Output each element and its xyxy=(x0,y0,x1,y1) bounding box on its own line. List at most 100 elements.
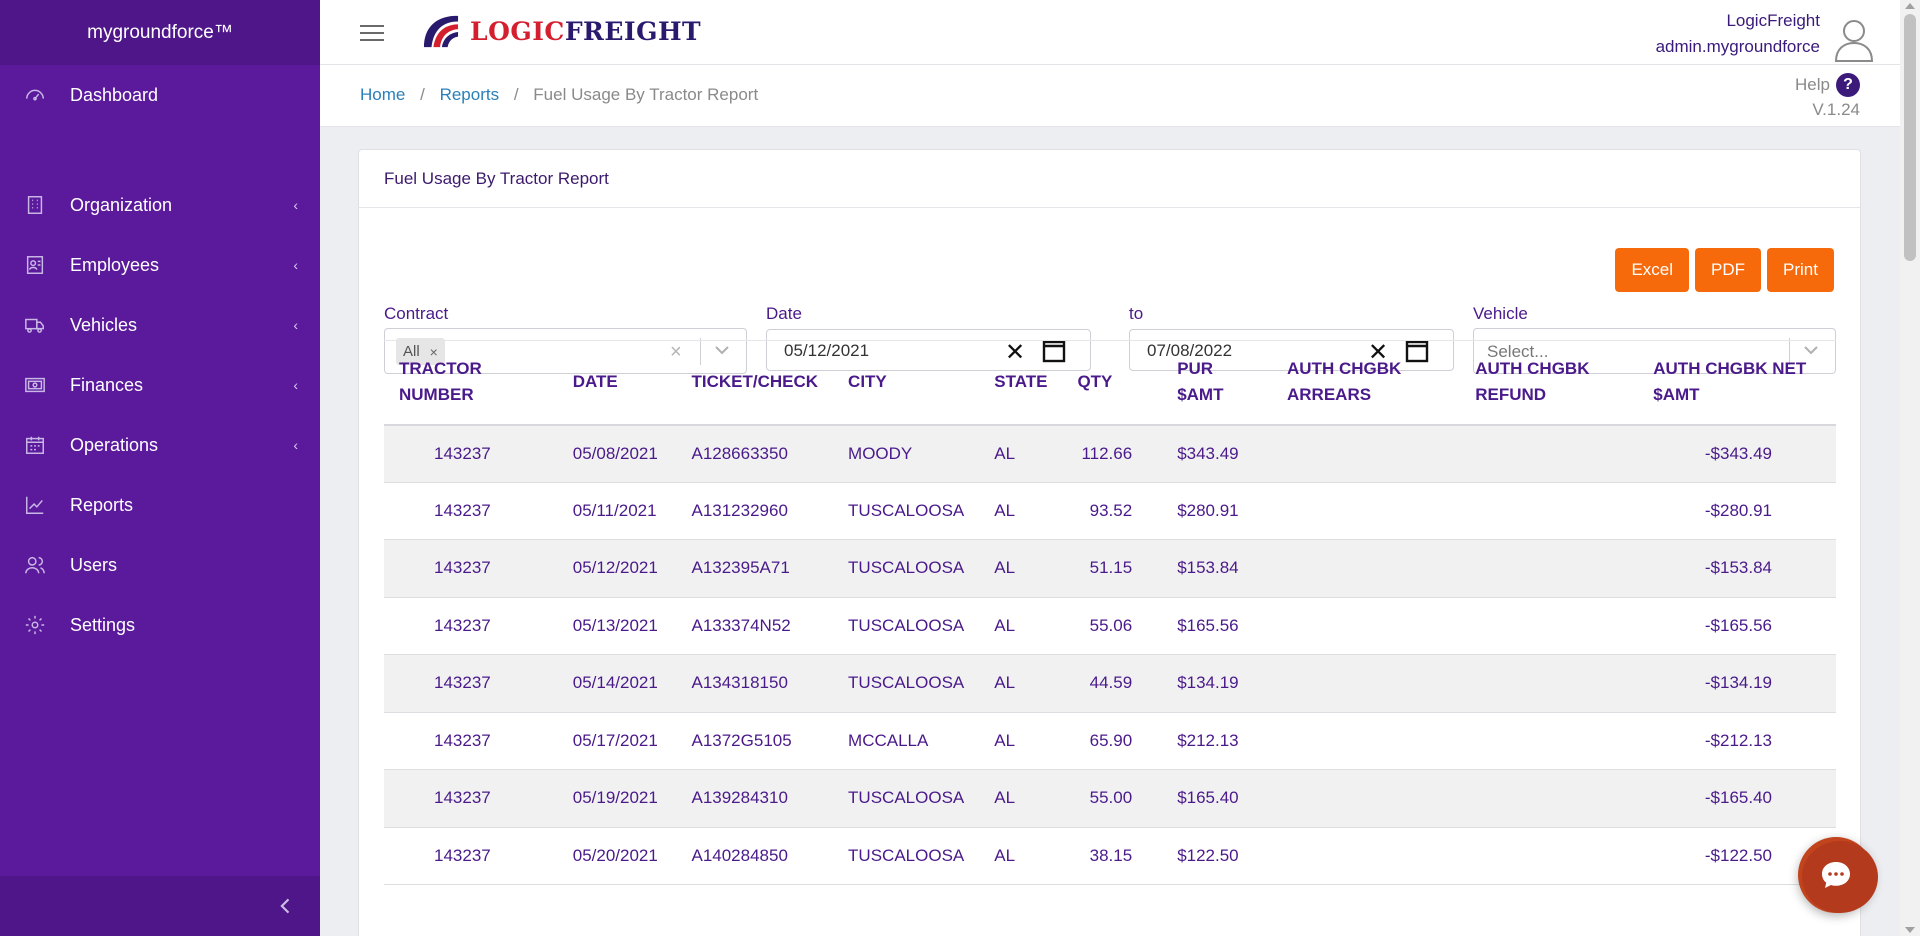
column-header[interactable]: TICKET/CHECK xyxy=(676,340,834,426)
column-header[interactable]: TRACTOR NUMBER xyxy=(384,340,558,426)
sidebar-item-settings[interactable]: Settings xyxy=(0,595,320,655)
logo-text-freight: FREIGHT xyxy=(564,16,702,46)
chevron-left-icon: ‹ xyxy=(293,257,298,273)
table-cell xyxy=(1272,654,1461,713)
date-label: Date xyxy=(766,304,802,323)
chat-bubble-icon xyxy=(1822,862,1850,888)
table-cell: 05/14/2021 xyxy=(557,654,677,713)
scroll-up-arrow[interactable] xyxy=(1905,3,1915,9)
table-cell: A132395A71 xyxy=(676,539,834,598)
column-header[interactable]: STATE xyxy=(979,340,1063,426)
card-title: Fuel Usage By Tractor Report xyxy=(359,150,1860,208)
column-header-line1: TICKET/CHECK xyxy=(691,372,819,392)
table-cell: -$165.40 xyxy=(1638,769,1836,828)
sidebar-item-label: Operations xyxy=(70,434,159,455)
page-scrollbar[interactable] xyxy=(1900,0,1920,936)
sidebar-item-organization[interactable]: Organization ‹ xyxy=(0,175,320,235)
table-cell xyxy=(1460,597,1639,655)
column-header-line2: NUMBER xyxy=(399,385,474,405)
sidebar-item-label: Dashboard xyxy=(70,84,159,105)
sidebar-item-users[interactable]: Users xyxy=(0,535,320,595)
sidebar-item-employees[interactable]: Employees ‹ xyxy=(0,235,320,295)
column-header[interactable]: AUTH CHGBK ARREARS xyxy=(1272,340,1461,426)
chevron-left-icon: ‹ xyxy=(293,197,298,213)
help-link[interactable]: Help ? xyxy=(1795,73,1860,97)
print-button[interactable]: Print xyxy=(1767,248,1834,292)
table-cell: 05/12/2021 xyxy=(557,539,677,598)
table-cell xyxy=(1460,424,1639,483)
table-cell: AL xyxy=(979,827,1063,885)
table-cell: 143237 xyxy=(384,712,558,770)
to-label: to xyxy=(1129,304,1144,323)
column-header[interactable]: PUR $AMT xyxy=(1162,340,1272,426)
table-cell: A128663350 xyxy=(676,424,834,483)
column-header[interactable]: CITY xyxy=(833,340,980,426)
table-cell: AL xyxy=(979,597,1063,655)
table-cell: AL xyxy=(979,769,1063,828)
table-cell: $153.84 xyxy=(1162,539,1272,598)
table-cell: TUSCALOOSA xyxy=(833,482,980,540)
table-row[interactable]: 143237 05/17/2021 A1372G5105 MCCALLA AL 65.90… xyxy=(384,712,1836,770)
column-header-line1: AUTH CHGBK NET xyxy=(1653,359,1807,379)
table-cell: A133374N52 xyxy=(676,597,834,655)
table-cell: 93.52 xyxy=(1062,482,1163,540)
table-cell: A1372G5105 xyxy=(676,712,834,770)
table-cell: MOODY xyxy=(833,424,980,483)
scroll-down-arrow[interactable] xyxy=(1905,927,1915,933)
sidebar-item-label: Finances xyxy=(70,374,144,395)
sidebar-nav: Dashboard Organization ‹ Employees ‹ Veh… xyxy=(0,65,320,655)
table-row[interactable]: 143237 05/13/2021 A133374N52 TUSCALOOSA AL 55… xyxy=(384,597,1836,655)
sidebar-item-reports[interactable]: Reports xyxy=(0,475,320,535)
excel-button[interactable]: Excel xyxy=(1615,248,1690,292)
table-row[interactable]: 143237 05/19/2021 A139284310 TUSCALOOSA AL 55… xyxy=(384,769,1836,828)
table-row[interactable]: 143237 05/20/2021 A140284850 TUSCALOOSA AL 38… xyxy=(384,827,1836,885)
sidebar-collapse-button[interactable] xyxy=(0,876,320,936)
dashboard-icon xyxy=(24,84,46,106)
table-cell: -$153.84 xyxy=(1638,539,1836,598)
table-cell: 143237 xyxy=(384,597,558,655)
user-menu[interactable]: LogicFreight admin.mygroundforce xyxy=(1656,8,1874,62)
users-icon xyxy=(24,554,46,576)
breadcrumb-reports[interactable]: Reports xyxy=(440,85,500,104)
table-cell: A139284310 xyxy=(676,769,834,828)
table-cell: 05/19/2021 xyxy=(557,769,677,828)
column-header[interactable]: AUTH CHGBK REFUND xyxy=(1460,340,1639,426)
sidebar-item-dashboard[interactable]: Dashboard xyxy=(0,65,320,125)
sidebar-item-finances[interactable]: Finances ‹ xyxy=(0,355,320,415)
table-cell: 05/17/2021 xyxy=(557,712,677,770)
table-row[interactable]: 143237 05/12/2021 A132395A71 TUSCALOOSA AL 51… xyxy=(384,539,1836,598)
chat-button[interactable] xyxy=(1798,837,1878,913)
breadcrumb-bar: Home / Reports / Fuel Usage By Tractor R… xyxy=(320,65,1900,127)
table-cell: 143237 xyxy=(384,769,558,828)
sidebar-brand[interactable]: mygroundforce™ xyxy=(0,0,320,65)
logo-mark-icon xyxy=(423,15,459,48)
table-cell xyxy=(1272,597,1461,655)
table-cell: 143237 xyxy=(384,654,558,713)
sidebar-item-vehicles[interactable]: Vehicles ‹ xyxy=(0,295,320,355)
table-row[interactable]: 143237 05/11/2021 A131232960 TUSCALOOSA AL 93… xyxy=(384,482,1836,540)
sidebar-item-operations[interactable]: Operations ‹ xyxy=(0,415,320,475)
sidebar-item-label: Reports xyxy=(70,494,134,515)
money-icon xyxy=(24,374,46,396)
column-header-line1: AUTH CHGBK xyxy=(1287,359,1402,379)
breadcrumb-home[interactable]: Home xyxy=(360,85,405,104)
building-icon xyxy=(24,194,46,216)
hamburger-menu-icon[interactable] xyxy=(360,20,384,42)
logo-text-logic: LOGIC xyxy=(470,16,565,46)
table-cell: -$212.13 xyxy=(1638,712,1836,770)
table-row[interactable]: 143237 05/14/2021 A134318150 TUSCALOOSA AL 44… xyxy=(384,654,1836,713)
column-header[interactable]: AUTH CHGBK NET $AMT xyxy=(1638,340,1836,426)
table-cell: -$134.19 xyxy=(1638,654,1836,713)
pdf-button[interactable]: PDF xyxy=(1695,248,1762,292)
logicfreight-logo[interactable]: LOGICFREIGHT xyxy=(420,10,701,52)
column-header[interactable]: QTY xyxy=(1062,340,1163,426)
scrollbar-thumb[interactable] xyxy=(1904,14,1916,261)
column-header[interactable]: DATE xyxy=(557,340,677,426)
table-cell: AL xyxy=(979,424,1063,483)
table-cell: -$343.49 xyxy=(1638,424,1836,483)
column-header-line2: ARREARS xyxy=(1287,385,1372,405)
table-cell: 143237 xyxy=(384,539,558,598)
table-cell xyxy=(1460,482,1639,540)
column-header-line2: $AMT xyxy=(1653,385,1700,405)
table-row[interactable]: 143237 05/08/2021 A128663350 MOODY AL 112.66 $… xyxy=(384,424,1836,483)
